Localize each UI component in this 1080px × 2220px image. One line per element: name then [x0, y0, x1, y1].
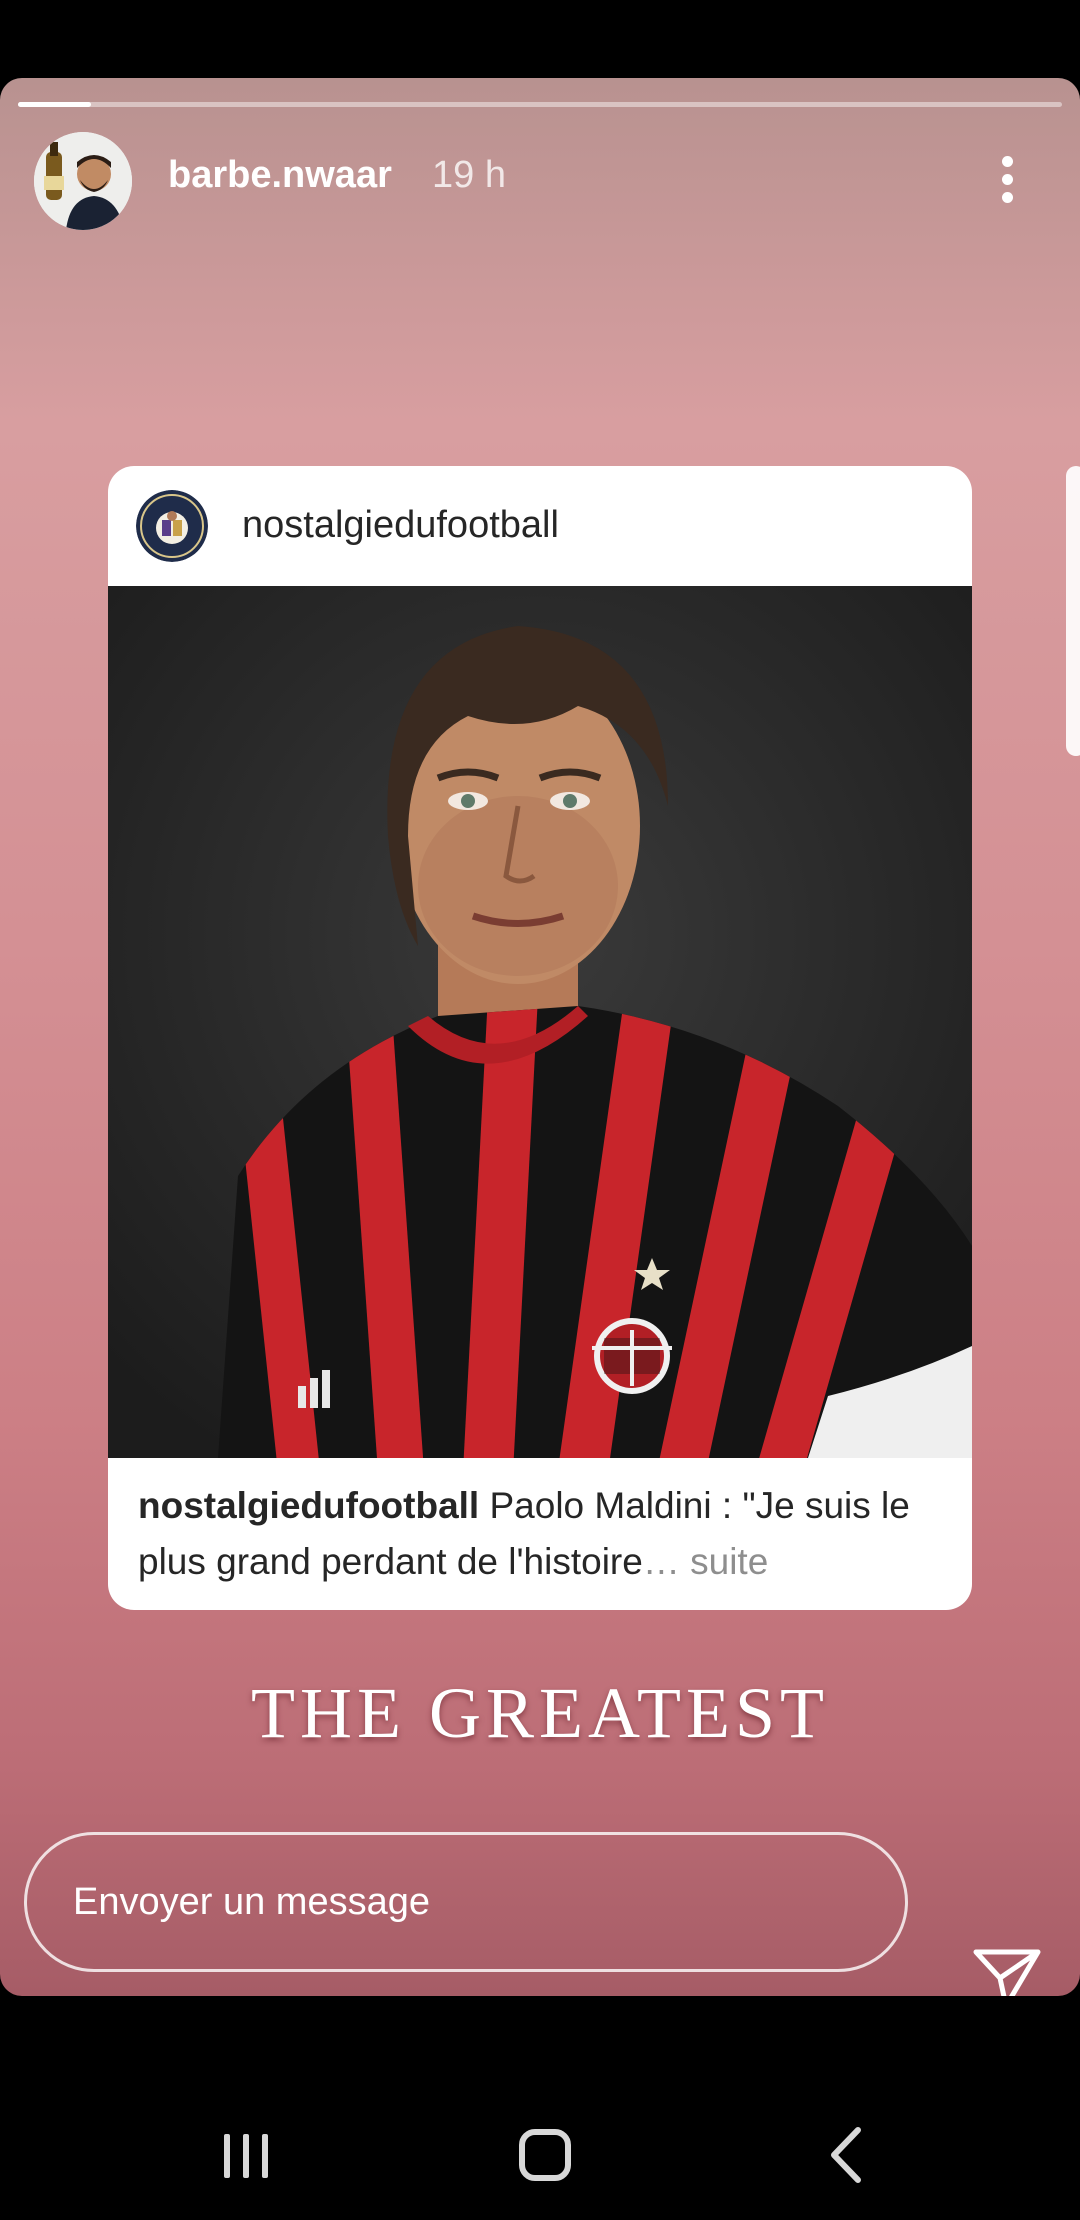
- system-navigation-bar: [0, 2080, 1080, 2220]
- shared-post-photo[interactable]: [108, 586, 972, 1458]
- send-paper-plane-icon[interactable]: [972, 1948, 1042, 1996]
- story-timestamp: 19 h: [432, 154, 506, 196]
- back-icon[interactable]: [806, 2120, 886, 2190]
- user-avatar-image: [34, 132, 132, 230]
- message-input[interactable]: [24, 1832, 908, 1972]
- shared-post-caption[interactable]: nostalgiedufootball Paolo Maldini : "Je …: [138, 1478, 948, 1590]
- screen: barbe.nwaar 19 h nostalgiedufootball nos…: [0, 0, 1080, 2220]
- caption-more-link[interactable]: … suite: [643, 1541, 768, 1582]
- caption-username[interactable]: nostalgiedufootball: [138, 1485, 479, 1526]
- shared-post-card[interactable]: nostalgiedufootball nostalgiedufootball …: [108, 466, 972, 1610]
- user-avatar[interactable]: [34, 132, 132, 230]
- story-text-overlay: THE GREATEST: [251, 1673, 829, 1753]
- next-story-edge[interactable]: [1066, 466, 1080, 756]
- shared-post-username[interactable]: nostalgiedufootball: [242, 506, 559, 544]
- story-username[interactable]: barbe.nwaar: [168, 156, 392, 194]
- story-progress-bar: [18, 102, 1062, 107]
- story-viewer[interactable]: barbe.nwaar 19 h nostalgiedufootball nos…: [0, 78, 1080, 1996]
- shared-post-avatar[interactable]: [136, 490, 208, 562]
- home-icon[interactable]: [505, 2120, 585, 2190]
- player-portrait-image: [108, 586, 972, 1458]
- shared-post-header[interactable]: nostalgiedufootball: [108, 466, 972, 586]
- more-vertical-icon[interactable]: [990, 154, 1026, 206]
- recent-apps-icon[interactable]: [206, 2120, 286, 2190]
- story-progress-fill: [18, 102, 92, 107]
- shared-post-avatar-logo: [136, 490, 208, 562]
